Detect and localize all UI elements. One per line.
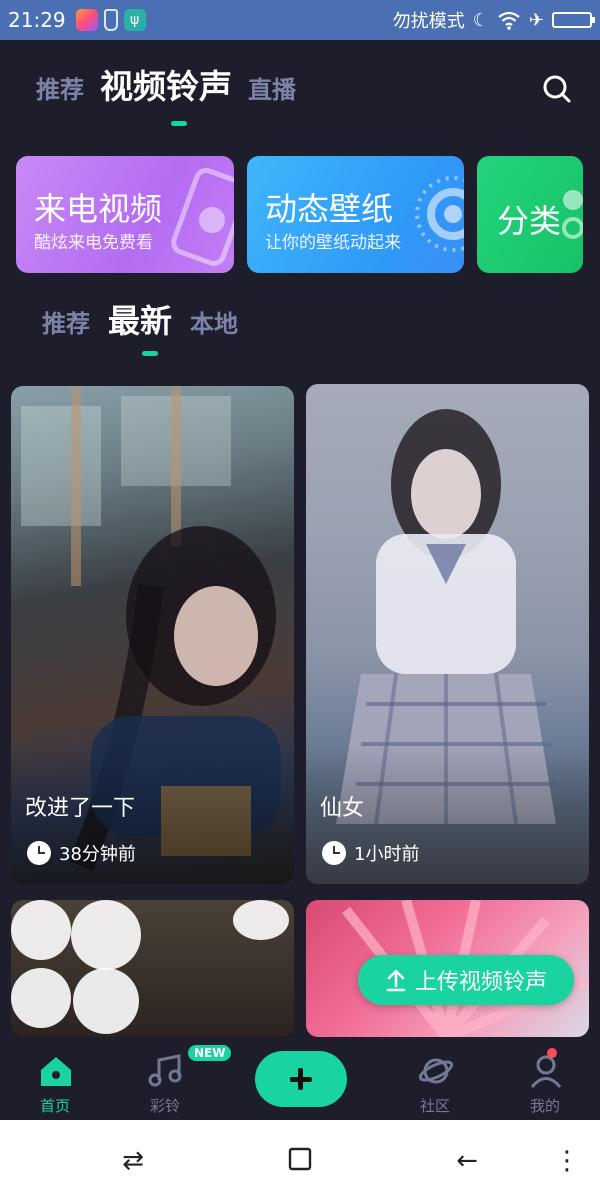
video-meta: 1小时前 (322, 840, 419, 866)
top-tabs: 推荐 视频铃声 直播 (36, 60, 296, 108)
tab-live[interactable]: 直播 (248, 70, 296, 105)
bokeh-light (233, 900, 289, 940)
dnd-text: 勿扰模式 (392, 11, 465, 32)
upload-label: 上传视频铃声 (414, 970, 547, 995)
planet-icon (418, 1058, 454, 1084)
tab-recommend[interactable]: 推荐 (36, 70, 84, 105)
video-meta: 38分钟前 (27, 840, 136, 866)
video-card[interactable]: 仙女 1小时前 (306, 384, 589, 884)
video-grid: 改进了一下 38分钟前 仙女 1小时前 (11, 384, 589, 1037)
app-icon (75, 9, 98, 31)
home-icon (41, 1057, 71, 1086)
battery-icon (552, 12, 595, 28)
card-subtitle: 酷炫来电免费看 (34, 233, 153, 253)
sub-tabs: 推荐 最新 本地 (42, 296, 238, 342)
video-card[interactable]: 改进了一下 38分钟前 (11, 386, 294, 884)
video-title: 改进了一下 (25, 796, 136, 821)
add-button[interactable] (255, 1051, 347, 1107)
airplane-icon: ✈ (528, 9, 544, 31)
status-bar: 21:29 ψ 勿扰模式 ☾ ✈ (0, 0, 600, 40)
card-category[interactable]: 分类 (477, 156, 583, 273)
menu-icon[interactable]: ⋮ (552, 1146, 582, 1176)
nav-mine[interactable]: 我的 (505, 1037, 585, 1120)
subtab-local[interactable]: 本地 (190, 304, 238, 339)
nav-label: 首页 (39, 1097, 70, 1115)
back-icon[interactable]: ← (452, 1146, 482, 1176)
video-time: 1小时前 (354, 844, 420, 865)
video-card[interactable] (11, 900, 294, 1037)
broom-icon (103, 9, 118, 31)
top-tab-indicator (171, 121, 187, 126)
feature-cards: 来电视频 酷炫来电免费看 动态壁纸 让你的壁纸动起来 分类 (16, 156, 600, 274)
card-incoming-video[interactable]: 来电视频 酷炫来电免费看 (16, 156, 234, 273)
clock-icon (27, 841, 51, 865)
nav-label: 我的 (529, 1097, 560, 1115)
music-note-icon (148, 1054, 182, 1087)
user-icon (530, 1055, 562, 1088)
home-square-icon[interactable] (285, 1146, 315, 1176)
status-time: 21:29 (8, 8, 66, 32)
search-icon[interactable] (542, 74, 572, 104)
card-title: 来电视频 (34, 190, 163, 228)
moon-icon: ☾ (472, 9, 489, 31)
video-time: 38分钟前 (59, 844, 136, 865)
bokeh-light (11, 900, 71, 960)
upload-icon (386, 969, 406, 992)
nav-community[interactable]: 社区 (395, 1037, 475, 1120)
wallpaper-deco-icon (415, 176, 464, 252)
wifi-icon (498, 11, 520, 30)
card-live-wallpaper[interactable]: 动态壁纸 让你的壁纸动起来 (247, 156, 464, 273)
system-nav-bar: ⇄ ← ⋮ (0, 1120, 600, 1200)
bokeh-light (11, 968, 71, 1028)
card-title: 动态壁纸 (265, 190, 394, 228)
switch-icon[interactable]: ⇄ (118, 1146, 148, 1176)
notification-dot (547, 1048, 557, 1058)
video-title: 仙女 (320, 796, 365, 821)
usb-icon: ψ (123, 9, 146, 31)
new-badge: NEW (188, 1045, 232, 1061)
nav-home[interactable]: 首页 (15, 1037, 95, 1120)
nav-label: 彩铃 (149, 1097, 180, 1115)
sub-tab-indicator (142, 351, 158, 356)
clock-icon (322, 841, 346, 865)
upload-video-ringtone-button[interactable]: 上传视频铃声 (358, 955, 574, 1005)
bokeh-light (71, 900, 141, 970)
card-title: 分类 (497, 202, 562, 240)
tab-video-ringtone[interactable]: 视频铃声 (100, 60, 232, 108)
nav-label: 社区 (419, 1097, 450, 1115)
card-subtitle: 让你的壁纸动起来 (265, 233, 401, 253)
subtab-latest[interactable]: 最新 (108, 296, 172, 342)
subtab-recommend[interactable]: 推荐 (42, 304, 90, 339)
phone-deco-icon (171, 168, 234, 266)
bokeh-light (73, 968, 139, 1034)
